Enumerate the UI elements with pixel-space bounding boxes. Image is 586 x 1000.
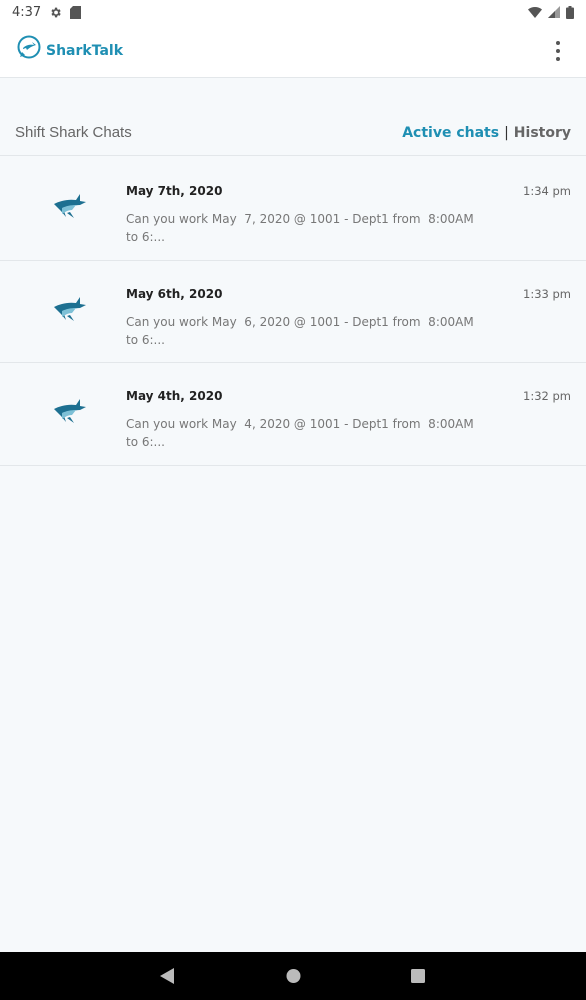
nav-home-icon[interactable] xyxy=(286,968,301,989)
chat-list: May 7th, 2020 1:34 pm Can you work May 7… xyxy=(0,158,586,466)
sd-card-icon xyxy=(70,5,82,19)
app-logo: SharkTalk xyxy=(16,35,123,66)
app-bar: SharkTalk xyxy=(0,24,586,78)
chat-date: May 7th, 2020 xyxy=(126,184,223,198)
chat-date: May 4th, 2020 xyxy=(126,389,223,403)
settings-icon xyxy=(49,6,62,19)
tab-history[interactable]: History xyxy=(514,125,571,141)
nav-back-icon[interactable] xyxy=(160,968,174,989)
tab-separator: | xyxy=(504,124,509,141)
chat-preview: Can you work May 4, 2020 @ 1001 - Dept1 … xyxy=(126,417,478,449)
chat-time: 1:33 pm xyxy=(523,286,571,301)
shark-logo-icon xyxy=(16,35,42,66)
chat-preview: Can you work May 7, 2020 @ 1001 - Dept1 … xyxy=(126,212,478,244)
chat-tabs: Active chats | History xyxy=(402,125,571,141)
navigation-bar xyxy=(0,952,586,1000)
chat-preview: Can you work May 6, 2020 @ 1001 - Dept1 … xyxy=(126,314,478,347)
chat-time: 1:34 pm xyxy=(523,184,571,198)
chat-list-item[interactable]: May 7th, 2020 1:34 pm Can you work May 7… xyxy=(0,158,586,261)
section-header: Shift Shark Chats Active chats | History xyxy=(0,110,586,156)
shark-avatar-icon xyxy=(52,295,88,325)
more-vert-icon[interactable] xyxy=(546,35,570,67)
chat-time: 1:32 pm xyxy=(523,389,571,403)
status-bar: 4:37 xyxy=(0,0,586,24)
tab-active-chats[interactable]: Active chats xyxy=(402,125,499,141)
chat-list-item[interactable]: May 4th, 2020 1:32 pm Can you work May 4… xyxy=(0,363,586,466)
shark-avatar-icon xyxy=(52,192,88,222)
wifi-icon xyxy=(528,6,542,18)
chat-date: May 6th, 2020 xyxy=(126,286,223,301)
battery-icon xyxy=(566,5,574,19)
page-title: Shift Shark Chats xyxy=(15,124,132,141)
nav-recents-icon[interactable] xyxy=(410,968,426,989)
shark-avatar-icon xyxy=(52,397,88,427)
status-time: 4:37 xyxy=(12,4,42,20)
signal-icon xyxy=(548,6,560,18)
app-name: SharkTalk xyxy=(46,42,124,59)
chat-list-item[interactable]: May 6th, 2020 1:33 pm Can you work May 6… xyxy=(0,261,586,363)
